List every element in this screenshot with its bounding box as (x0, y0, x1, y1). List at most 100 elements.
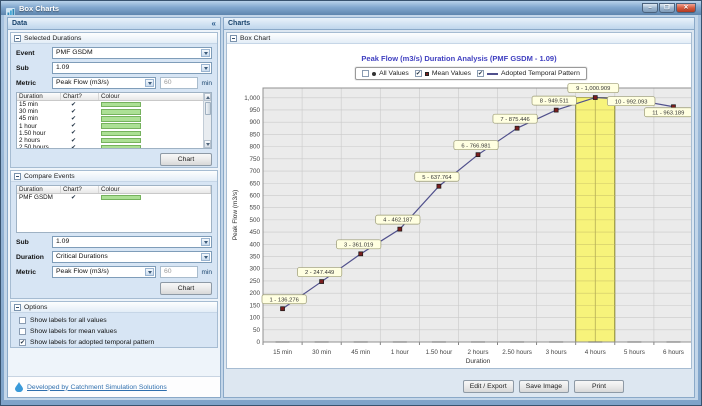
point-label: 9 - 1,000.909 (576, 86, 610, 92)
selected-durations-group: Selected Durations Event PMF GSDM Sub 1.… (10, 32, 218, 168)
event-value: PMF GSDM (56, 49, 93, 56)
chart-checkbox[interactable]: ✔ (71, 109, 76, 115)
data-panel: Data « Selected Durations Event PMF GSDM (7, 17, 221, 398)
chart-actions: Edit / Export Save Image Print (463, 380, 624, 393)
chart-checkbox[interactable]: ✔ (71, 138, 76, 144)
legend-item: ✔Mean Values (415, 70, 471, 77)
colour-swatch[interactable] (101, 138, 141, 144)
developer-footer: Developed by Catchment Simulation Soluti… (8, 376, 220, 397)
colour-swatch[interactable] (101, 123, 141, 129)
collapse-group-icon[interactable] (14, 304, 21, 311)
scroll-down-icon[interactable] (204, 140, 211, 148)
col-chart: Chart? (61, 186, 99, 193)
duration-row[interactable]: 30 min✔ (17, 108, 211, 115)
maximize-button[interactable]: ❐ (659, 3, 675, 13)
event-dropdown[interactable]: PMF GSDM (52, 47, 212, 59)
colour-swatch[interactable] (101, 195, 141, 201)
colour-swatch[interactable] (101, 131, 141, 137)
dropdown-arrow-icon (201, 49, 210, 57)
y-axis-label: Peak Flow (m3/s) (232, 190, 239, 241)
legend-checkbox[interactable]: ✔ (477, 70, 484, 77)
window-content: Data « Selected Durations Event PMF GSDM (4, 15, 698, 400)
duration-row[interactable]: 45 min✔ (17, 115, 211, 122)
compare-table-header: Duration Chart? Colour (17, 186, 211, 194)
checkbox-mean-values[interactable] (19, 328, 26, 335)
sub-dropdown[interactable]: 1.09 (52, 236, 212, 248)
colour-swatch[interactable] (101, 109, 141, 115)
y-tick-label: 450 (249, 229, 260, 236)
checkbox-all-values[interactable] (19, 317, 26, 324)
y-tick-label: 500 (249, 217, 260, 224)
x-tick-label: 1.50 hour (426, 349, 453, 356)
collapse-panel-icon[interactable]: « (212, 20, 216, 28)
minutes-input[interactable]: 60 (160, 77, 198, 89)
x-tick-label: 6 hours (663, 349, 684, 356)
point-label: 6 - 766.981 (461, 143, 490, 149)
metric-dropdown[interactable]: Peak Flow (m3/s) (52, 77, 156, 89)
legend-checkbox[interactable] (362, 70, 369, 77)
legend-label: All Values (379, 70, 409, 77)
colour-swatch[interactable] (101, 116, 141, 122)
sub-label: Sub (16, 239, 52, 246)
sub-value: 1.09 (56, 64, 69, 71)
duration-row[interactable]: 2 hours✔ (17, 137, 211, 144)
duration-row[interactable]: 2.50 hours✔ (17, 144, 211, 149)
checkbox-adopted-pattern[interactable]: ✔ (19, 339, 26, 346)
y-tick-label: 200 (249, 290, 260, 297)
colour-swatch[interactable] (101, 102, 141, 108)
selected-durations-header: Selected Durations (11, 33, 217, 44)
compare-events-title: Compare Events (24, 173, 75, 180)
scroll-thumb[interactable] (205, 102, 211, 115)
x-tick-label: 2.50 hours (502, 349, 532, 356)
duration-row[interactable]: 1 hour✔ (17, 123, 211, 130)
option-label: Show labels for mean values (30, 328, 117, 335)
edit-export-button[interactable]: Edit / Export (463, 380, 514, 393)
metric-dropdown[interactable]: Peak Flow (m3/s) (52, 266, 156, 278)
dropdown-arrow-icon (201, 253, 210, 261)
table-scrollbar[interactable] (203, 93, 211, 148)
metric-label: Metric (16, 269, 52, 276)
collapse-group-icon[interactable] (14, 173, 21, 180)
dropdown-arrow-icon (201, 64, 210, 72)
dropdown-arrow-icon (201, 238, 210, 246)
point-label: 3 - 361.019 (344, 242, 373, 248)
chart-checkbox[interactable]: ✔ (71, 102, 76, 108)
chart-checkbox[interactable]: ✔ (71, 116, 76, 122)
col-duration: Duration (17, 186, 61, 193)
point-label: 11 - 963.189 (652, 110, 684, 116)
compare-events-table: Duration Chart? Colour PMF GSDM✔ (16, 185, 212, 233)
titlebar[interactable]: Box Charts – ❐ ✕ (1, 1, 701, 15)
sub-dropdown[interactable]: 1.09 (52, 62, 212, 74)
close-button[interactable]: ✕ (676, 3, 696, 13)
colour-swatch[interactable] (101, 145, 141, 149)
y-tick-label: 850 (249, 131, 260, 138)
chart-checkbox[interactable]: ✔ (71, 195, 76, 201)
chart-button[interactable]: Chart (160, 282, 212, 295)
collapse-group-icon[interactable] (14, 35, 21, 42)
collapse-group-icon[interactable] (230, 35, 237, 42)
y-tick-label: 50 (253, 327, 261, 334)
duration-dropdown[interactable]: Critical Durations (52, 251, 212, 263)
legend-square-icon (425, 72, 429, 76)
developer-link[interactable]: Developed by Catchment Simulation Soluti… (27, 384, 167, 391)
duration-row[interactable]: 1.50 hour✔ (17, 130, 211, 137)
chart-checkbox[interactable]: ✔ (71, 123, 76, 129)
options-header: Options (11, 302, 217, 313)
save-image-button[interactable]: Save Image (519, 380, 569, 393)
print-button[interactable]: Print (574, 380, 624, 393)
charts-panel-header: Charts (223, 17, 695, 30)
minutes-input[interactable]: 60 (160, 266, 198, 278)
legend-checkbox[interactable]: ✔ (415, 70, 422, 77)
data-panel-body: Selected Durations Event PMF GSDM Sub 1.… (7, 30, 221, 398)
box-chart-group: Box Chart Peak Flow (m3/s) Duration Anal… (226, 32, 692, 369)
minimize-button[interactable]: – (642, 3, 658, 13)
chart-button[interactable]: Chart (160, 153, 212, 166)
charts-panel-body: Box Chart Peak Flow (m3/s) Duration Anal… (223, 30, 695, 398)
chart-checkbox[interactable]: ✔ (71, 145, 76, 149)
scroll-up-icon[interactable] (204, 93, 211, 101)
compare-event-row[interactable]: PMF GSDM✔ (17, 194, 211, 201)
duration-row[interactable]: 15 min✔ (17, 101, 211, 108)
y-tick-label: 650 (249, 180, 260, 187)
box-chart-plot: 0501001502002503003504004505005506006507… (229, 80, 691, 368)
chart-checkbox[interactable]: ✔ (71, 130, 76, 136)
